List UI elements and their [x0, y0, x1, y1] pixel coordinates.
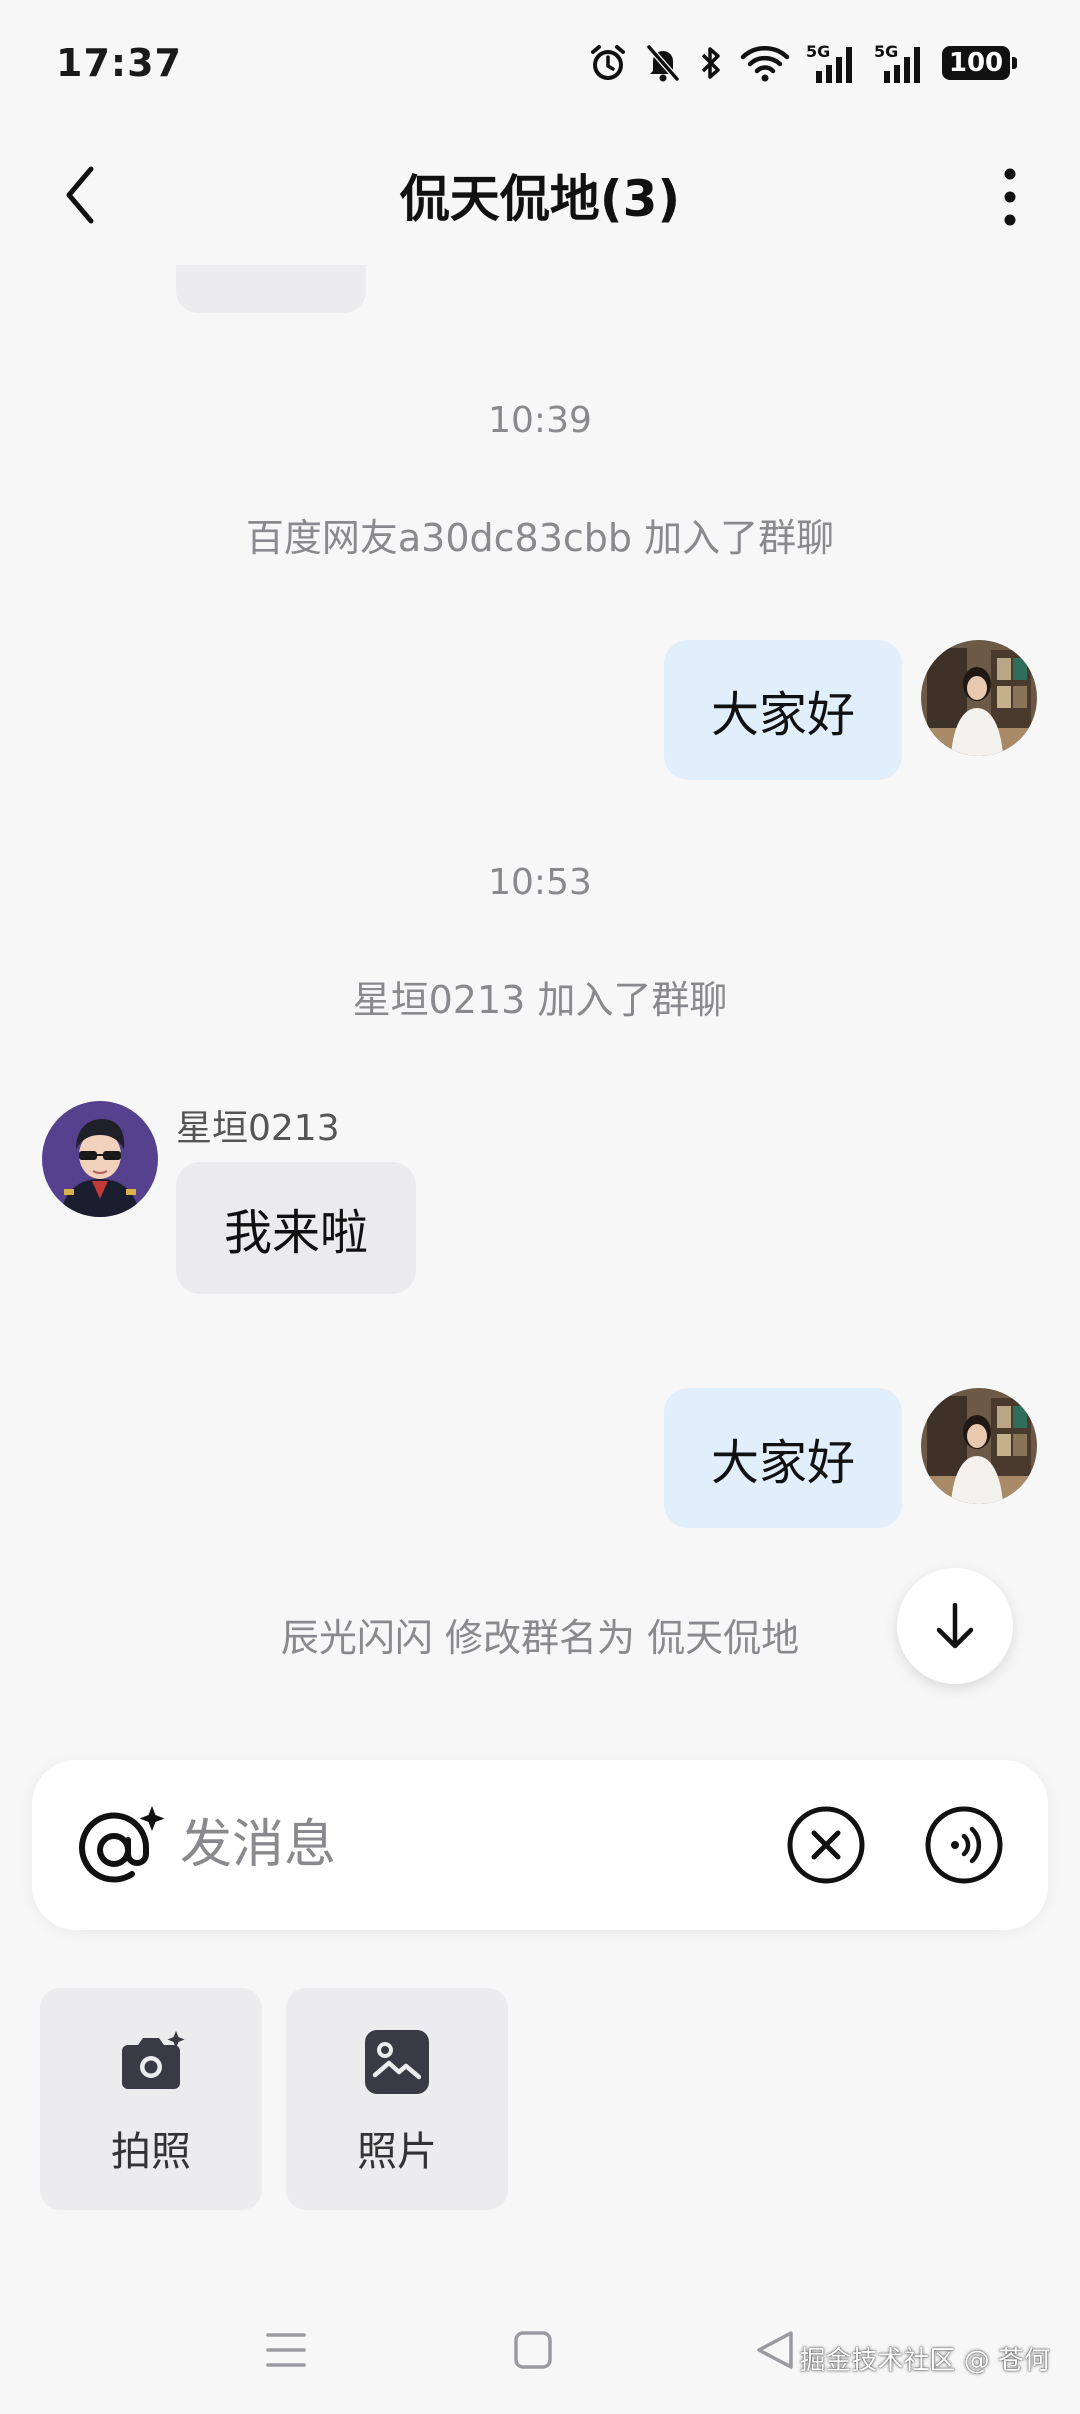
- signal-label: 5G: [806, 42, 830, 61]
- more-button[interactable]: [980, 165, 1040, 229]
- partial-message-bubble[interactable]: [176, 265, 366, 313]
- status-bar: 17:37 5G 5G 100: [0, 0, 1080, 125]
- bluetooth-icon: [701, 46, 720, 79]
- back-nav-button[interactable]: [745, 2320, 805, 2380]
- timestamp: 10:39: [488, 400, 592, 441]
- message-list[interactable]: 10:39 百度网友a30dc83cbb 加入了群聊 大家好 10:53 星垣0…: [0, 265, 1080, 1745]
- camera-button[interactable]: 拍照: [40, 1988, 262, 2210]
- message-text: 大家好: [710, 687, 855, 743]
- close-circle-icon: [787, 1806, 865, 1884]
- camera-icon: [122, 2031, 185, 2089]
- outgoing-message-bubble[interactable]: 大家好: [664, 640, 902, 780]
- clear-button[interactable]: [786, 1805, 866, 1885]
- back-button[interactable]: [50, 163, 110, 227]
- timestamp: 10:53: [488, 862, 592, 903]
- user-avatar-photo: [921, 1388, 1037, 1504]
- photo-button[interactable]: 照片: [286, 1988, 508, 2210]
- message-composer: [32, 1760, 1048, 1930]
- wifi-icon: [740, 45, 790, 81]
- voice-input-button[interactable]: [924, 1805, 1004, 1885]
- tool-label: 拍照: [111, 2129, 191, 2175]
- status-time: 17:37: [56, 40, 182, 85]
- page-title[interactable]: 侃天侃地(3): [400, 159, 681, 231]
- chevron-left-icon: [66, 166, 94, 224]
- system-message: 百度网友a30dc83cbb 加入了群聊: [245, 516, 835, 560]
- at-sparkle-icon: [79, 1806, 165, 1883]
- arrow-down-icon: [936, 1602, 974, 1649]
- mute-bell-icon: [646, 44, 680, 81]
- alarm-icon: [591, 44, 625, 80]
- signal-5g-icon: 5G: [874, 42, 920, 83]
- message-input[interactable]: [180, 1800, 780, 1890]
- battery-level: 100: [948, 47, 1004, 78]
- user-avatar-photo: [921, 640, 1037, 756]
- mention-button[interactable]: [74, 1800, 168, 1890]
- battery-icon: 100: [942, 45, 1017, 80]
- incoming-message-bubble[interactable]: 我来啦: [176, 1162, 416, 1294]
- square-icon: [514, 2331, 552, 2369]
- menu-icon: [266, 2333, 306, 2367]
- system-message: 星垣0213 加入了群聊: [352, 978, 728, 1022]
- more-vertical-icon: [1004, 168, 1016, 226]
- voice-wave-icon: [925, 1806, 1003, 1884]
- triangle-back-icon: [757, 2331, 793, 2369]
- watermark: 掘金技术社区 @ 苍何: [799, 2346, 1050, 2376]
- user-avatar-cartoon: [42, 1101, 158, 1217]
- scroll-to-bottom-button[interactable]: [897, 1568, 1013, 1684]
- tool-label: 照片: [357, 2129, 437, 2175]
- photo-icon: [365, 2030, 429, 2094]
- message-text: 我来啦: [223, 1205, 368, 1261]
- signal-5g-icon: 5G: [806, 42, 852, 83]
- message-text: 大家好: [710, 1435, 855, 1491]
- chat-header: 侃天侃地(3): [0, 125, 1080, 265]
- outgoing-message-bubble[interactable]: 大家好: [664, 1388, 902, 1528]
- menu-nav-button[interactable]: [256, 2320, 316, 2380]
- sender-name: 星垣0213: [176, 1108, 340, 1149]
- avatar[interactable]: [921, 640, 1037, 756]
- status-icons: 5G 5G 100: [588, 41, 1017, 85]
- avatar[interactable]: [921, 1388, 1037, 1504]
- avatar[interactable]: [42, 1101, 158, 1217]
- signal-label: 5G: [874, 42, 898, 61]
- home-nav-button[interactable]: [503, 2320, 563, 2380]
